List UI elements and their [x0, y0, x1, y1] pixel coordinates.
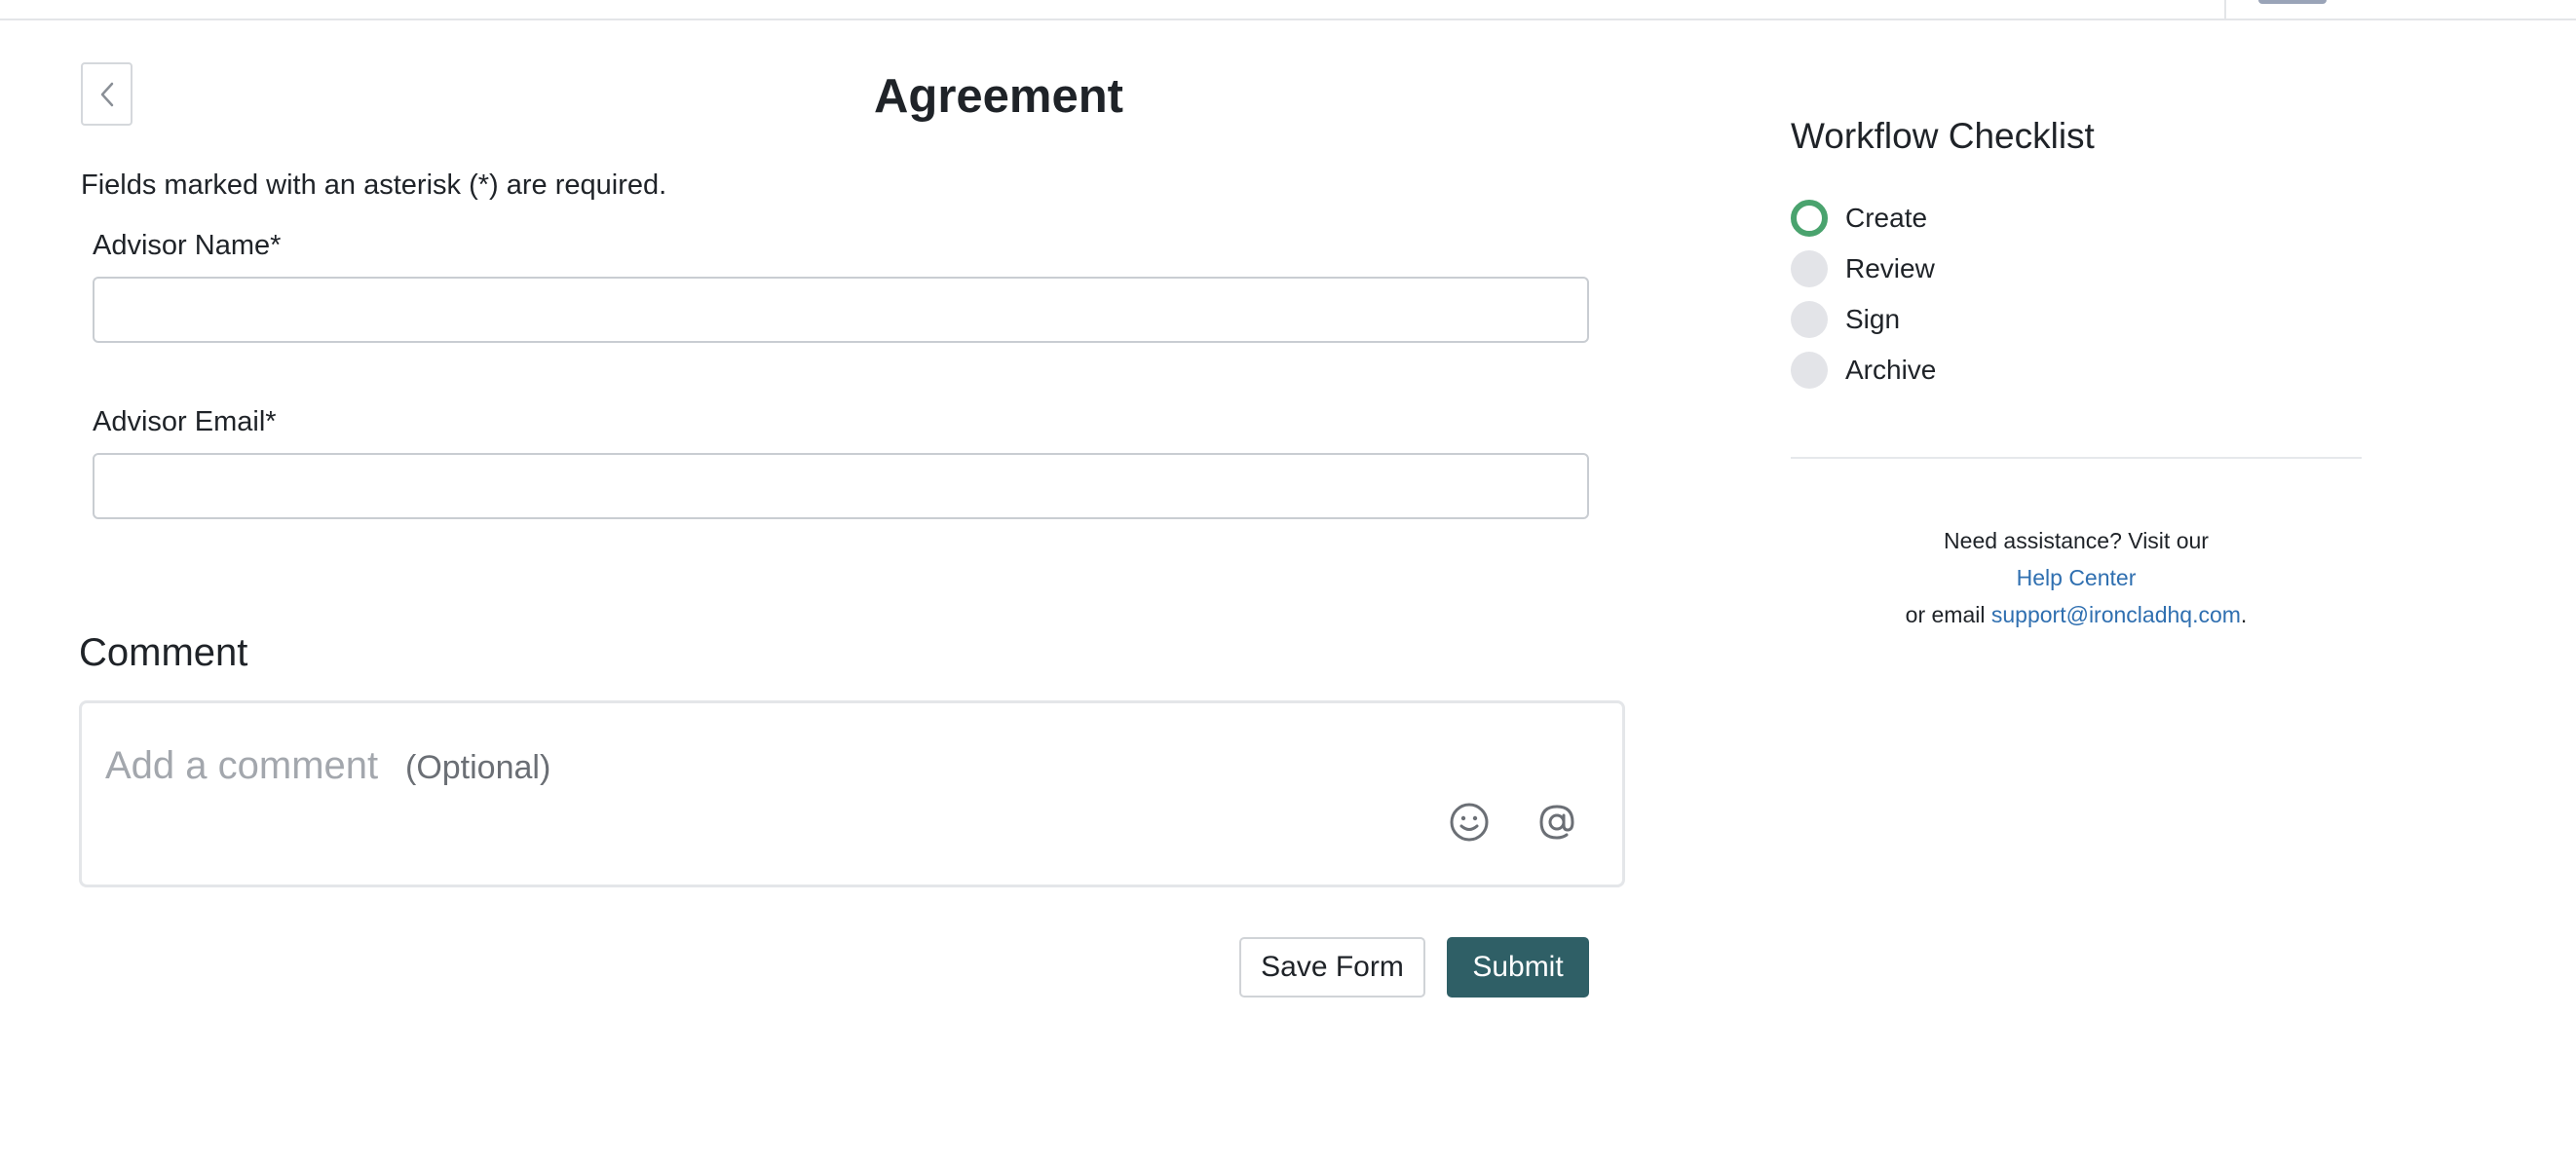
help-email-suffix: . [2240, 602, 2248, 627]
comment-input[interactable]: Add a comment (Optional) [79, 700, 1625, 887]
help-email-line: or email support@ironcladhq.com. [1791, 596, 2362, 633]
page-title: Agreement [874, 70, 1123, 123]
help-email-prefix: or email [1905, 602, 1986, 627]
step-active-indicator-icon [1791, 200, 1828, 237]
checklist-step-label: Archive [1845, 355, 1937, 385]
advisor-email-input[interactable] [93, 453, 1589, 519]
required-fields-note: Fields marked with an asterisk (*) are r… [81, 169, 667, 201]
topbar-divider [2224, 0, 2226, 19]
mention-button[interactable] [1534, 799, 1580, 846]
checklist-step-sign: Sign [1791, 300, 1900, 339]
chevron-left-icon [100, 82, 113, 106]
help-section: Need assistance? Visit our Help Center o… [1791, 522, 2362, 633]
checklist-step-label: Review [1845, 253, 1935, 283]
step-pending-indicator-icon [1791, 250, 1828, 287]
support-email-link[interactable]: support@ironcladhq.com [1991, 602, 2241, 627]
comment-placeholder: Add a comment [105, 744, 379, 787]
save-form-button[interactable]: Save Form [1239, 937, 1425, 998]
advisor-name-input[interactable] [93, 277, 1589, 343]
comment-optional-label: (Optional) [405, 749, 551, 786]
help-text: Need assistance? Visit our [1944, 528, 2209, 553]
top-navigation-bar [0, 0, 2576, 20]
sidebar-divider [1791, 457, 2362, 459]
at-mention-icon [1539, 805, 1574, 840]
advisor-email-label: Advisor Email* [93, 406, 277, 437]
help-center-link[interactable]: Help Center [2017, 565, 2137, 590]
checklist-step-review: Review [1791, 249, 1935, 288]
checklist-step-label: Sign [1845, 304, 1901, 334]
comment-heading: Comment [79, 631, 248, 674]
advisor-name-label: Advisor Name* [93, 230, 282, 261]
smiley-icon [1450, 803, 1489, 842]
step-pending-indicator-icon [1791, 352, 1828, 389]
checklist-step-archive: Archive [1791, 351, 1936, 390]
checklist-step-label: Create [1845, 203, 1928, 233]
checklist-step-create: Create [1791, 199, 1927, 238]
step-pending-indicator-icon [1791, 301, 1828, 338]
avatar[interactable] [2258, 0, 2327, 4]
back-button[interactable] [81, 62, 133, 126]
emoji-button[interactable] [1446, 799, 1493, 846]
workflow-checklist-title: Workflow Checklist [1791, 116, 2095, 156]
submit-button[interactable]: Submit [1447, 937, 1589, 998]
